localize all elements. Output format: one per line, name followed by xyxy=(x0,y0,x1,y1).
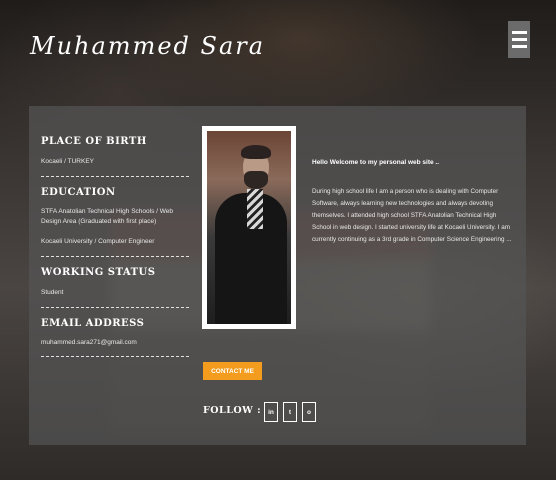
divider xyxy=(41,256,189,257)
education-heading: EDUCATION xyxy=(41,187,116,198)
profile-card: PLACE OF BIRTH Kocaeli / TURKEY EDUCATIO… xyxy=(29,106,526,445)
birth-heading: PLACE OF BIRTH xyxy=(41,136,147,147)
birth-text: Kocaeli / TURKEY xyxy=(41,158,94,165)
linkedin-icon[interactable]: in xyxy=(264,402,278,422)
hamburger-menu-button[interactable] xyxy=(508,21,530,58)
email-heading: EMAIL ADDRESS xyxy=(41,318,145,329)
education-item: STFA Anatolian Technical High Schools / … xyxy=(41,208,174,225)
menu-bar-icon xyxy=(511,38,527,41)
divider xyxy=(41,176,189,177)
email-link[interactable]: muhammed.sara271@gmail.com xyxy=(41,338,191,348)
menu-bar-icon xyxy=(511,45,527,48)
follow-label: FOLLOW : xyxy=(203,405,262,416)
divider xyxy=(41,307,189,308)
education-item: Kocaeli University / Computer Engineer xyxy=(41,238,155,245)
site-title: Muhammed Sara xyxy=(30,32,266,60)
twitter-icon[interactable]: t xyxy=(283,402,297,422)
divider xyxy=(41,356,189,357)
profile-photo-frame xyxy=(202,126,296,329)
info-column: PLACE OF BIRTH Kocaeli / TURKEY EDUCATIO… xyxy=(41,136,191,357)
working-heading: WORKING STATUS xyxy=(41,267,156,278)
menu-bar-icon xyxy=(511,31,527,34)
welcome-heading: Hello Welcome to my personal web site .. xyxy=(312,159,440,166)
contact-me-button[interactable]: CONTACT ME xyxy=(203,362,262,380)
instagram-icon[interactable]: o xyxy=(302,402,316,422)
about-text: During high school life I am a person wh… xyxy=(312,188,512,243)
working-text: Student xyxy=(41,289,64,296)
profile-photo xyxy=(207,131,291,324)
